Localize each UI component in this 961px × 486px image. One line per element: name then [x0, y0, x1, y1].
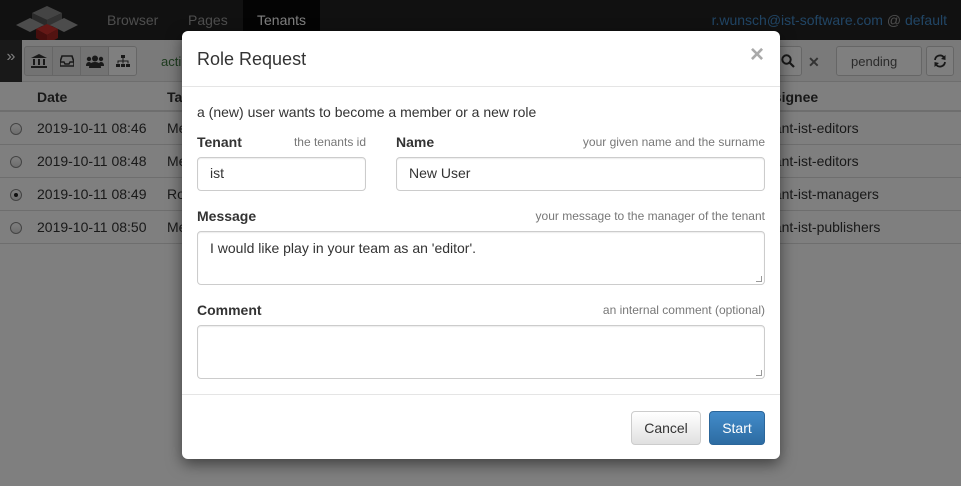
tenant-input[interactable]: ist — [197, 157, 366, 191]
comment-label: Comment — [197, 302, 262, 318]
tenant-label: Tenant — [197, 134, 242, 150]
message-text: I would like play in your team as an 'ed… — [210, 240, 477, 256]
tenant-hint: the tenants id — [293, 135, 366, 149]
cancel-button[interactable]: Cancel — [631, 411, 701, 445]
modal-title: Role Request — [197, 49, 307, 69]
comment-hint: an internal comment (optional) — [602, 303, 765, 317]
name-input[interactable]: New User — [396, 157, 765, 191]
comment-textarea[interactable] — [197, 325, 765, 379]
close-icon[interactable]: × — [750, 43, 764, 67]
start-button[interactable]: Start — [709, 411, 765, 445]
name-hint: your given name and the surname — [582, 135, 765, 149]
modal-intro-text: a (new) user wants to become a member or… — [197, 104, 537, 120]
name-label: Name — [396, 134, 435, 150]
message-textarea[interactable]: I would like play in your team as an 'ed… — [197, 231, 765, 285]
message-label: Message — [197, 208, 257, 224]
modal-footer: Cancel Start — [182, 394, 780, 459]
role-request-dialog: Role Request × a (new) user wants to bec… — [182, 31, 780, 459]
resize-handle[interactable] — [756, 276, 762, 282]
resize-handle[interactable] — [756, 370, 762, 376]
message-hint: your message to the manager of the tenan… — [535, 209, 765, 223]
modal-header: Role Request × — [182, 31, 780, 87]
